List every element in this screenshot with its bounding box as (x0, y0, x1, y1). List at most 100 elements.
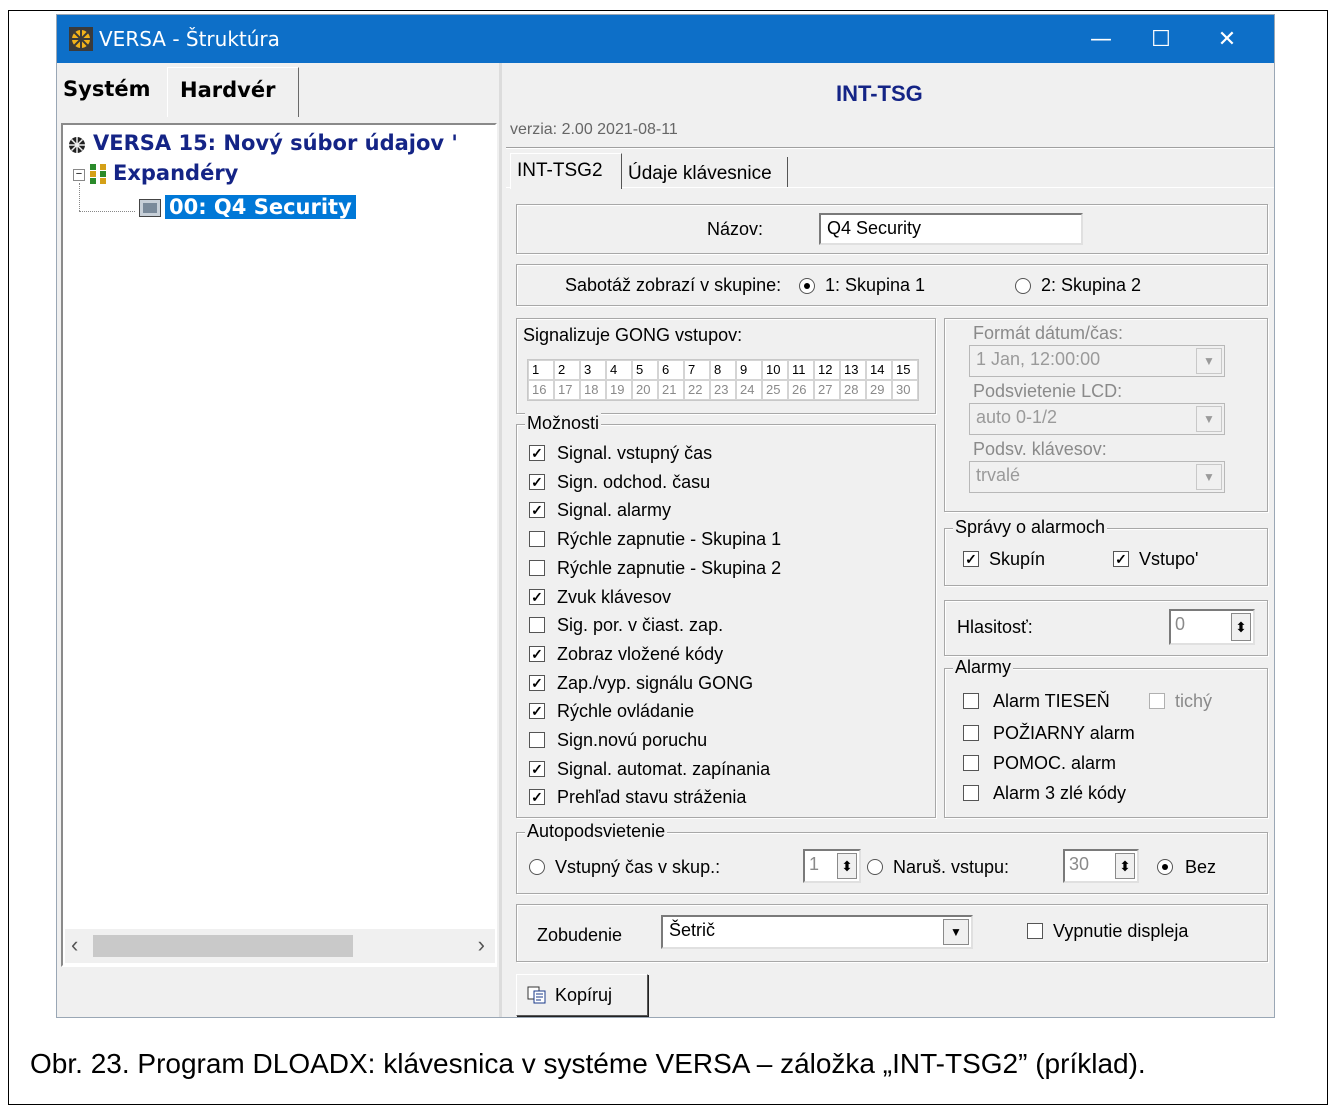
close-button[interactable]: ✕ (1197, 15, 1257, 63)
alarm-codes-checkbox[interactable] (963, 785, 979, 801)
chevron-down-icon[interactable]: ▼ (1196, 406, 1222, 432)
lcd-select[interactable]: auto 0-1/2 ▼ (969, 403, 1225, 435)
header-divider (506, 147, 1274, 149)
tamper-radio-1[interactable] (799, 278, 815, 294)
collapse-icon[interactable]: − (73, 169, 85, 181)
msg-groups-checkbox[interactable]: ✓ (963, 551, 979, 567)
wake-select[interactable]: Šetrič ▼ (661, 915, 973, 949)
maximize-button[interactable]: ☐ (1131, 15, 1191, 63)
display-off-checkbox[interactable] (1027, 923, 1043, 939)
alarms-label: Alarmy (953, 657, 1014, 678)
keys-select[interactable]: trvalé ▼ (969, 461, 1225, 493)
wake-label: Zobudenie (537, 925, 623, 945)
horizontal-scrollbar[interactable]: ‹ › (65, 929, 495, 963)
gong-input-cell[interactable]: 20 (632, 380, 658, 400)
option-checkbox[interactable] (529, 617, 545, 634)
gong-input-cell[interactable]: 10 (762, 360, 788, 380)
tree-item-expanders[interactable]: Expandéry (113, 161, 238, 185)
gong-input-cell[interactable]: 13 (840, 360, 866, 380)
gong-input-cell[interactable]: 3 (580, 360, 606, 380)
option-checkbox[interactable]: ✓ (529, 445, 545, 461)
gong-input-cell[interactable]: 22 (684, 380, 710, 400)
backlight-entry-spinner[interactable]: 1 ⬍ (803, 849, 861, 883)
title-bar[interactable]: VERSA - Štruktúra — ☐ ✕ (57, 15, 1274, 63)
volume-spinner[interactable]: 0 ⬍ (1169, 609, 1255, 645)
tree-item-versa[interactable]: VERSA 15: Nový súbor údajov ' (93, 131, 458, 155)
alarm-fire-checkbox[interactable] (963, 725, 979, 741)
gong-input-cell[interactable]: 16 (528, 380, 554, 400)
scroll-thumb[interactable] (93, 935, 353, 957)
option-label: Zobraz vložené kódy (557, 643, 724, 664)
option-checkbox[interactable] (529, 559, 545, 576)
backlight-entry-radio[interactable] (529, 859, 545, 875)
spinner-arrows-icon[interactable]: ⬍ (837, 853, 857, 879)
gong-input-cell[interactable]: 23 (710, 380, 736, 400)
gong-input-cell[interactable]: 28 (840, 380, 866, 400)
scroll-left-icon[interactable]: ‹ (71, 932, 78, 958)
gong-input-cell[interactable]: 12 (814, 360, 840, 380)
option-checkbox[interactable]: ✓ (529, 645, 545, 662)
backlight-violation-value: 30 (1069, 854, 1090, 874)
backlight-violation-radio[interactable] (867, 859, 883, 875)
gong-input-cell[interactable]: 4 (606, 360, 632, 380)
gong-input-cell[interactable]: 6 (658, 360, 684, 380)
options-label: Možnosti (525, 413, 602, 434)
tamper-radio-2[interactable] (1015, 278, 1031, 294)
display-group: Formát dátum/čas: 1 Jan, 12:00:00 ▼ Podsv… (944, 318, 1268, 512)
gong-input-cell[interactable]: 17 (554, 380, 580, 400)
tamper-option-2: 2: Skupina 2 (1041, 275, 1142, 295)
alarm-aux-checkbox[interactable] (963, 755, 979, 771)
gong-input-cell[interactable]: 8 (710, 360, 736, 380)
option-checkbox[interactable] (529, 531, 545, 548)
chevron-down-icon[interactable]: ▼ (943, 919, 969, 945)
figure-caption: Obr. 23. Program DLOADX: klávesnica v sy… (30, 1048, 1146, 1079)
gong-input-grid[interactable]: 1 2 3 4 5 6 7 8 9 10 11 12 13 14 15 16 17 18 19 20 21 22 23 24… (527, 359, 919, 401)
option-checkbox[interactable] (529, 732, 545, 748)
option-checkbox[interactable]: ✓ (529, 473, 545, 490)
option-checkbox[interactable]: ✓ (529, 703, 545, 720)
tree-item-keypad[interactable]: 00: Q4 Security (165, 195, 356, 219)
gong-input-cell[interactable]: 29 (866, 380, 892, 400)
tab-system[interactable]: Systém (63, 77, 150, 101)
gong-input-cell[interactable]: 5 (632, 360, 658, 380)
tab-hardware[interactable]: Hardvér (167, 67, 299, 117)
backlight-none-radio[interactable] (1157, 859, 1173, 875)
gong-input-cell[interactable]: 25 (762, 380, 788, 400)
copy-button[interactable]: Kopíruj (516, 974, 648, 1016)
gong-input-cell[interactable]: 21 (658, 380, 684, 400)
scroll-right-icon[interactable]: › (478, 932, 485, 958)
alarm-panic-checkbox[interactable] (963, 693, 979, 709)
gong-input-cell[interactable]: 7 (684, 360, 710, 380)
copy-icon (527, 986, 546, 1004)
backlight-violation-spinner[interactable]: 30 ⬍ (1063, 849, 1139, 883)
tab-keypad-data[interactable]: Údaje klávesnice (622, 157, 788, 189)
gong-input-cell[interactable]: 18 (580, 380, 606, 400)
gong-input-cell[interactable]: 15 (892, 360, 918, 380)
alarm-silent-checkbox[interactable] (1149, 693, 1165, 709)
msg-inputs-checkbox[interactable]: ✓ (1113, 551, 1129, 567)
option-checkbox[interactable]: ✓ (529, 502, 545, 519)
chevron-down-icon[interactable]: ▼ (1196, 348, 1222, 374)
gong-input-cell[interactable]: 26 (788, 380, 814, 400)
gong-input-cell[interactable]: 27 (814, 380, 840, 400)
option-checkbox[interactable]: ✓ (529, 789, 545, 806)
option-checkbox[interactable]: ✓ (529, 760, 545, 777)
gong-input-cell[interactable]: 9 (736, 360, 762, 380)
gong-input-cell[interactable]: 30 (892, 380, 918, 400)
tab-int-tsg2[interactable]: INT-TSG2 (510, 153, 622, 189)
minimize-button[interactable]: — (1071, 15, 1131, 63)
spinner-arrows-icon[interactable]: ⬍ (1115, 853, 1135, 879)
alarm-panic-label: Alarm TIESEŇ (993, 691, 1110, 711)
gong-input-cell[interactable]: 19 (606, 380, 632, 400)
gong-input-cell[interactable]: 14 (866, 360, 892, 380)
chevron-down-icon[interactable]: ▼ (1196, 464, 1222, 490)
option-checkbox[interactable]: ✓ (529, 588, 545, 605)
spinner-arrows-icon[interactable]: ⬍ (1231, 613, 1251, 641)
gong-input-cell[interactable]: 2 (554, 360, 580, 380)
option-checkbox[interactable]: ✓ (529, 674, 545, 691)
name-input[interactable]: Q4 Security (819, 213, 1083, 245)
gong-input-cell[interactable]: 24 (736, 380, 762, 400)
gong-input-cell[interactable]: 1 (528, 360, 554, 380)
gong-input-cell[interactable]: 11 (788, 360, 814, 380)
format-select[interactable]: 1 Jan, 12:00:00 ▼ (969, 345, 1225, 377)
